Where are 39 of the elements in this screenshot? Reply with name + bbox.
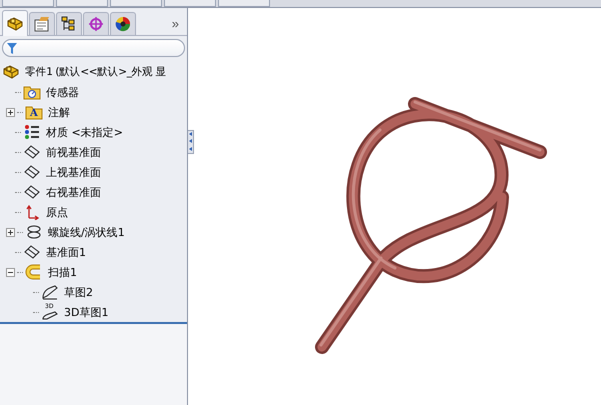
more-tabs-button[interactable]: » xyxy=(170,16,181,31)
tree-item[interactable]: 扫描1 xyxy=(47,264,78,280)
gauge-folder-icon xyxy=(23,84,41,100)
tree-item[interactable]: 零件1 (默认<<默认>_外观 显 xyxy=(24,64,168,80)
magnet-shape-icon xyxy=(25,264,43,280)
part-icon xyxy=(6,16,24,32)
tree-item[interactable]: 原点 xyxy=(45,204,69,220)
collapse-icon[interactable] xyxy=(6,268,15,276)
tree-item[interactable]: 基准面1 xyxy=(45,244,87,260)
tree-item[interactable]: 材质 <未指定> xyxy=(45,124,124,140)
part-icon xyxy=(2,64,20,80)
tree-item[interactable]: 前视基准面 xyxy=(45,144,102,160)
letter-folder-icon: A xyxy=(25,104,43,120)
panel-tab[interactable] xyxy=(2,10,28,36)
tree-item[interactable]: 右视基准面 xyxy=(45,184,102,200)
sketch-icon xyxy=(41,284,59,300)
tree-item[interactable]: 螺旋线/涡状线1 xyxy=(47,224,126,240)
panel-tab[interactable] xyxy=(29,12,55,35)
filter-field[interactable] xyxy=(2,39,185,57)
material-list-icon xyxy=(23,124,41,140)
plane-icon xyxy=(23,144,41,160)
filter-icon xyxy=(7,42,17,54)
plane-icon xyxy=(23,164,41,180)
tree-item[interactable]: 传感器 xyxy=(45,84,80,100)
panel-tab[interactable] xyxy=(110,12,136,35)
plane-icon xyxy=(23,244,41,260)
tree-item[interactable]: 注解 xyxy=(47,104,71,120)
coil-icon xyxy=(25,224,43,240)
crosshair-icon xyxy=(87,16,105,32)
color-ball-icon xyxy=(114,16,132,32)
expand-icon[interactable] xyxy=(6,108,15,116)
plane-icon xyxy=(23,184,41,200)
panel-tab[interactable] xyxy=(56,12,82,35)
expand-icon[interactable] xyxy=(6,228,15,236)
splitter-handle[interactable] xyxy=(188,130,194,154)
tree-item[interactable]: 草图2 xyxy=(63,284,94,300)
tree-item[interactable]: 上视基准面 xyxy=(45,164,102,180)
tree-item[interactable]: 3D草图1 xyxy=(63,304,110,320)
property-sheet-icon xyxy=(33,16,51,32)
